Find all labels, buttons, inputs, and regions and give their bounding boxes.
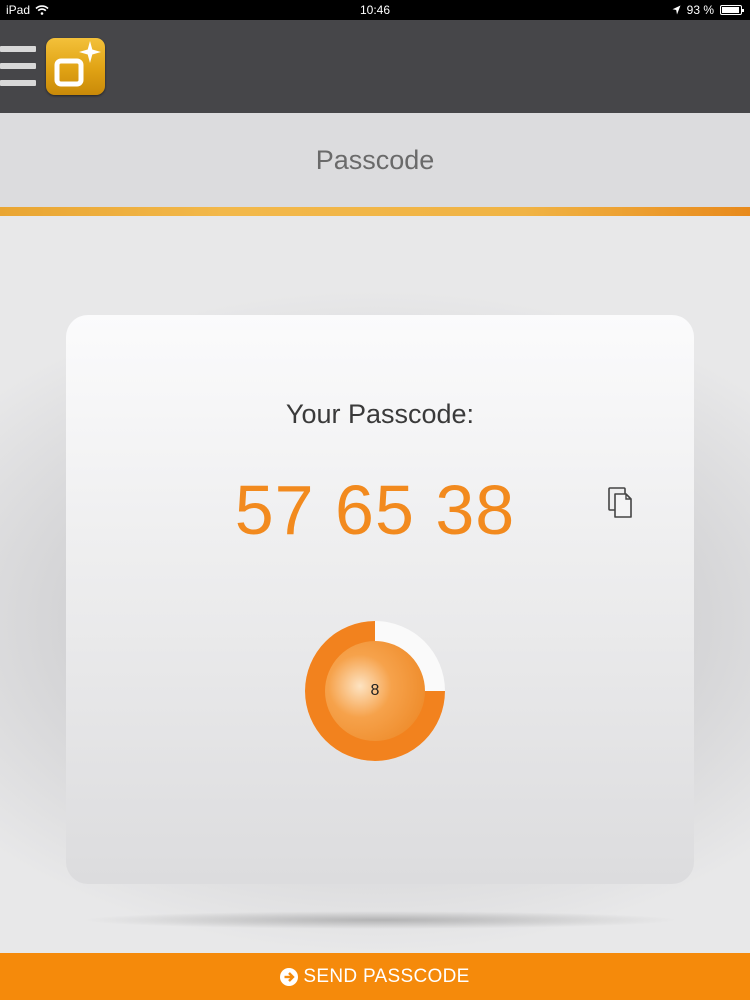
copy-icon[interactable] [606, 485, 636, 521]
arrow-circle-right-icon [280, 967, 299, 986]
location-arrow-icon [672, 5, 681, 15]
passcode-label: Your Passcode: [285, 399, 475, 429]
passcode-card: Your Passcode: 57 65 38 8 [66, 315, 694, 884]
status-time: 10:46 [359, 3, 391, 17]
send-passcode-label: SEND PASSCODE [303, 965, 470, 987]
battery-level [722, 7, 739, 13]
page-title: Passcode [315, 145, 435, 175]
hamburger-menu-icon[interactable] [0, 44, 38, 88]
app-logo-icon [46, 38, 105, 95]
timer-seconds: 8 [370, 682, 380, 699]
battery-icon [720, 5, 744, 15]
title-bar: Passcode [0, 113, 750, 207]
card-shadow [80, 911, 680, 929]
battery-percent: 93 % [686, 3, 714, 17]
send-passcode-button[interactable]: SEND PASSCODE [0, 953, 750, 1000]
accent-stripe [0, 207, 750, 216]
main-content: Your Passcode: 57 65 38 8 [0, 216, 750, 953]
app-bar [0, 20, 750, 113]
countdown-timer: 8 [304, 620, 446, 762]
passcode-value: 57 65 38 [234, 471, 516, 549]
status-bar: iPad 10:46 93 % [0, 0, 750, 20]
